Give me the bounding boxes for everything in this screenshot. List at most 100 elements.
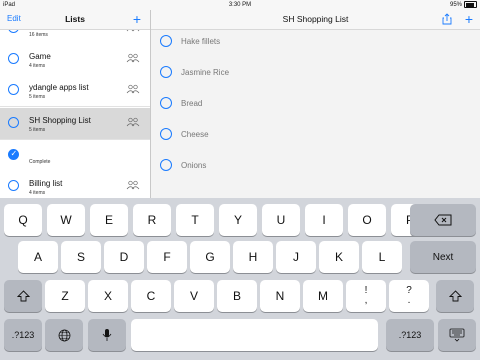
list-complete-toggle[interactable] [8,117,19,128]
list-complete-toggle[interactable] [8,53,19,64]
list-subtitle: 5 items [29,94,46,100]
backspace-icon [434,214,452,226]
keyboard-hide-icon [449,328,465,342]
key-n[interactable]: N [260,280,300,312]
status-bar: iPad 3:30 PM 95% [0,0,480,10]
time-label: 3:30 PM [228,2,252,8]
list-complete-toggle[interactable] [8,149,19,160]
share-people-icon[interactable] [126,180,140,190]
key-bottom-char: . [407,295,411,306]
key-a[interactable]: A [18,241,58,273]
lists-nav-bar: Edit Lists + [0,10,150,30]
lists-table: UNISA Courses16 items Game 4 items ydangle … [0,30,150,198]
key-e[interactable]: E [90,204,128,236]
item-check-toggle[interactable] [160,66,172,78]
shopping-item-row[interactable]: Cheese [151,120,480,151]
list-row[interactable]: Billing list 4 items [0,171,150,198]
key-m[interactable]: M [303,280,343,312]
dictation-key[interactable] [88,319,126,351]
shift-key[interactable] [4,280,42,312]
list-row[interactable]: SH Shopping List 5 items [0,108,150,140]
list-name: Game [29,52,51,61]
detail-title: SH Shopping List [282,14,349,24]
detail-nav-bar: SH Shopping List + [151,10,480,30]
key-w[interactable]: W [47,204,85,236]
hide-keyboard-key[interactable] [438,319,476,351]
key-h[interactable]: H [233,241,273,273]
key-g[interactable]: G [190,241,230,273]
globe-icon [58,329,70,341]
battery-percent: 95% [449,1,462,8]
list-row[interactable]: Complete [0,140,150,172]
list-complete-toggle[interactable] [8,84,19,95]
share-people-icon[interactable] [126,84,140,94]
item-name: Hake fillets [181,37,221,46]
add-list-button[interactable]: + [133,10,141,28]
item-name: Onions [181,161,207,170]
list-name: SH Shopping List [29,116,91,125]
space-bar[interactable] [131,319,378,351]
backspace-key[interactable] [410,204,476,236]
key-c[interactable]: C [131,280,171,312]
key-z[interactable]: Z [45,280,85,312]
list-name: Billing list [29,179,63,188]
next-key[interactable]: Next [410,241,476,273]
key-s[interactable]: S [61,241,101,273]
numbers-key[interactable]: .?123 [4,319,42,351]
item-name: Jasmine Rice [181,68,230,77]
list-subtitle: 16 items [29,32,48,38]
key-b[interactable]: B [217,280,257,312]
item-check-toggle[interactable] [160,159,172,171]
key-bottom-char: , [364,295,368,306]
key-k[interactable]: K [319,241,359,273]
numbers-key-right[interactable]: .?123 [386,319,434,351]
item-check-toggle[interactable] [160,128,172,140]
key-r[interactable]: R [133,204,171,236]
share-people-icon[interactable] [126,53,140,63]
key-t[interactable]: T [176,204,214,236]
key-o[interactable]: O [348,204,386,236]
shopping-item-row[interactable]: Onions [151,151,480,182]
list-complete-toggle[interactable] [8,180,19,191]
list-subtitle: 4 items [29,63,46,69]
shift-key[interactable] [436,280,474,312]
share-people-icon[interactable] [126,117,140,127]
key-y[interactable]: Y [219,204,257,236]
numbers-key-label: .?123 [11,330,35,340]
list-name: ydangle apps list [29,83,89,92]
shopping-item-row[interactable]: Bread [151,89,480,120]
key-l[interactable]: L [362,241,402,273]
shopping-item-row[interactable]: Hake fillets [151,30,480,58]
numbers-key-label: .?123 [398,330,422,340]
key-v[interactable]: V [174,280,214,312]
item-check-toggle[interactable] [160,35,172,47]
lists-title: Lists [65,14,85,24]
share-box-icon[interactable] [442,13,452,25]
item-check-toggle[interactable] [160,97,172,109]
next-key-label: Next [432,251,454,263]
list-complete-toggle[interactable] [8,30,19,33]
key-j[interactable]: J [276,241,316,273]
key-x[interactable]: X [88,280,128,312]
shift-icon [16,290,30,302]
list-row[interactable]: UNISA Courses16 items [0,30,150,45]
list-row[interactable]: ydangle apps list 5 items [0,75,150,107]
list-row[interactable]: Game 4 items [0,44,150,76]
share-people-icon[interactable] [126,30,140,32]
items-table: Hake fillets Jasmine Rice Bread Cheese Onion… [151,30,480,198]
key-question-period[interactable]: ?. [389,280,429,312]
key-d[interactable]: D [104,241,144,273]
list-subtitle: 5 items [29,127,46,133]
list-subtitle: 4 items [29,190,46,196]
add-item-button[interactable]: + [465,10,473,28]
microphone-icon [102,329,112,341]
key-i[interactable]: I [305,204,343,236]
key-q[interactable]: Q [4,204,42,236]
shopping-item-row[interactable]: Jasmine Rice [151,58,480,89]
key-exclaim-comma[interactable]: !, [346,280,386,312]
shift-icon [448,290,462,302]
key-u[interactable]: U [262,204,300,236]
globe-key[interactable] [45,319,83,351]
list-subtitle: Complete [29,159,51,165]
key-f[interactable]: F [147,241,187,273]
